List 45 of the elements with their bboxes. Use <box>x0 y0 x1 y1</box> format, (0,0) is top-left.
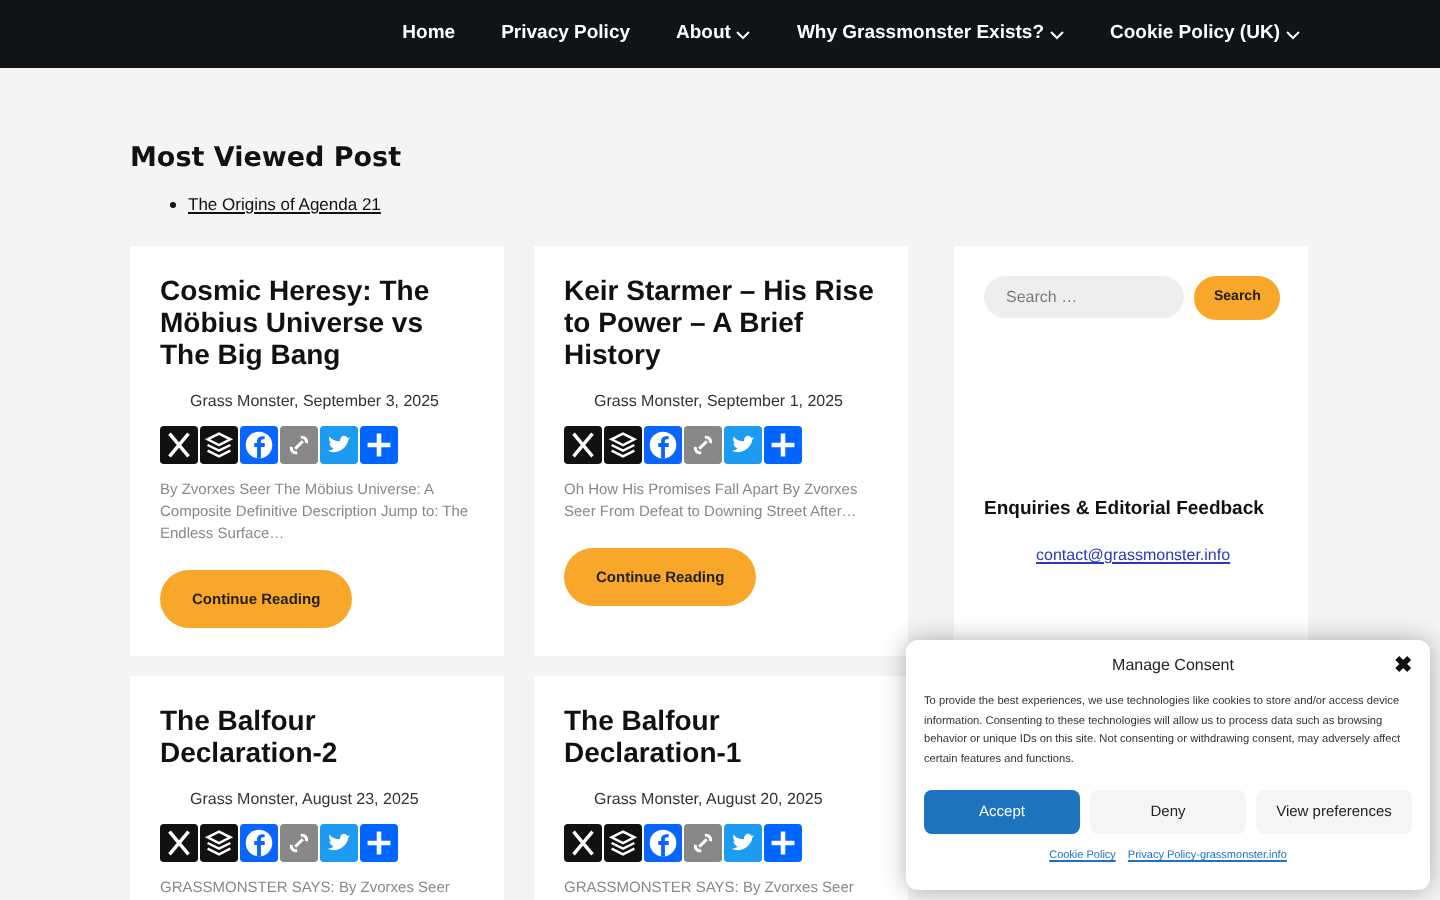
stack-icon[interactable] <box>200 824 238 862</box>
x-icon[interactable] <box>564 824 602 862</box>
link-icon[interactable] <box>280 824 318 862</box>
x-icon[interactable] <box>160 425 198 464</box>
x-icon[interactable] <box>564 425 602 464</box>
widget-heading: Enquiries & Editorial Feedback <box>984 495 1266 524</box>
post-title[interactable]: Cosmic Heresy: The Möbius Universe vs The Big Bang <box>160 273 474 370</box>
link-icon[interactable] <box>684 425 722 464</box>
x-icon[interactable] <box>160 824 198 862</box>
post-meta: Grass Monster, August 23, 2025 <box>190 788 421 812</box>
email-link[interactable]: contact@grassmonster.info <box>1036 544 1278 568</box>
post-title[interactable]: The Balfour Declaration-1 <box>564 704 878 768</box>
post-meta: Grass Monster, September 1, 2025 <box>594 389 846 414</box>
close-button[interactable]: ✖ <box>1394 655 1412 677</box>
facebook-icon[interactable] <box>644 425 682 464</box>
search-field[interactable]: Search … <box>984 276 1184 319</box>
dialog-title: Manage Consent <box>1112 654 1234 678</box>
section-heading: Most Viewed Post <box>130 140 404 176</box>
bird-icon[interactable] <box>320 425 358 464</box>
facebook-icon[interactable] <box>240 824 278 862</box>
bird-icon[interactable] <box>724 824 762 862</box>
stack-icon[interactable] <box>200 425 238 464</box>
nav-link[interactable]: Home <box>402 19 456 49</box>
facebook-icon[interactable] <box>240 425 278 464</box>
plus-icon[interactable] <box>360 425 398 464</box>
nav-link[interactable]: Privacy Policy <box>501 19 631 49</box>
nav-link[interactable]: About <box>676 19 751 49</box>
post-link[interactable]: The Origins of Agenda 21 <box>188 192 381 218</box>
bird-icon[interactable] <box>320 824 358 862</box>
plus-icon[interactable] <box>764 425 802 464</box>
post-meta: Grass Monster, August 20, 2025 <box>594 788 825 812</box>
nav-link[interactable]: Cookie Policy (UK) <box>1110 19 1300 49</box>
plus-icon[interactable] <box>360 824 398 862</box>
nav-link[interactable]: Why Grassmonster Exists? <box>796 19 1064 49</box>
facebook-icon[interactable] <box>644 824 682 862</box>
post-title[interactable]: The Balfour Declaration-2 <box>160 704 474 768</box>
bird-icon[interactable] <box>724 425 762 464</box>
stack-icon[interactable] <box>604 824 642 862</box>
post-meta: Grass Monster, September 3, 2025 <box>190 389 442 414</box>
post-title[interactable]: Keir Starmer – His Rise to Power – A Brief History <box>564 273 878 370</box>
link-icon[interactable] <box>280 425 318 464</box>
plus-icon[interactable] <box>764 824 802 862</box>
link-icon[interactable] <box>684 824 722 862</box>
bullet-icon <box>170 201 176 208</box>
stack-icon[interactable] <box>604 425 642 464</box>
